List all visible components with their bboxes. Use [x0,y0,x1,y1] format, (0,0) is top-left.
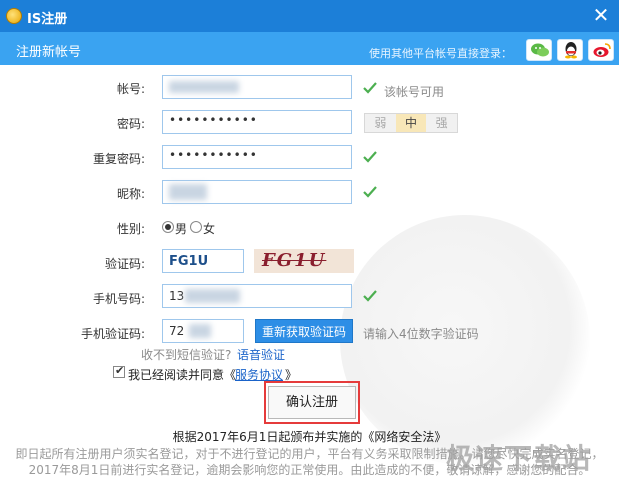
app-logo-icon [6,8,22,24]
captcha-image-text: FG1U [262,250,327,271]
weibo-login-button[interactable] [588,39,614,61]
gender-female-label: 女 [203,222,216,236]
phone-value: 13 [169,289,185,303]
watermark-text: 极速下载站 [446,442,592,475]
strength-medium: 中 [395,114,427,132]
register-title: 注册新帐号 [16,45,82,60]
account-label: 帐号: [116,82,145,96]
wechat-icon [531,43,549,57]
account-valid-check-icon [363,82,377,94]
password-label: 密码: [116,117,145,131]
redacted-phone [185,289,240,303]
voice-verify-hint: 收不到短信验证? [141,348,232,362]
redacted-sms-code [189,324,211,338]
phone-valid-check-icon [363,290,377,302]
social-login-hint: 使用其他平台帐号直接登录： [369,47,512,60]
wechat-login-button[interactable] [526,39,552,61]
account-status-text: 该帐号可用 [384,85,445,99]
agree-checkbox[interactable] [113,364,125,378]
sms-code-hint: 请输入4位数字验证码 [363,327,479,341]
gender-female-radio[interactable] [190,221,202,233]
phone-label: 手机号码: [92,292,145,306]
voice-verify-link[interactable]: 语音验证 [237,346,285,363]
close-button[interactable]: ✕ [591,3,611,27]
phone-input[interactable]: 13 [162,284,352,308]
strength-weak: 弱 [365,114,396,132]
window-title: IS注册 [27,12,68,27]
qq-login-button[interactable] [557,39,583,61]
redacted-nickname [169,184,207,200]
captcha-label: 验证码: [104,257,145,271]
nickname-valid-check-icon [363,186,377,198]
sms-code-input[interactable]: 72 [162,319,244,343]
confirm-register-button[interactable]: 确认注册 [268,386,356,419]
agree-text: 我已经阅读并同意《 [128,368,237,382]
strength-strong: 强 [426,114,458,132]
account-input[interactable] [162,75,352,99]
sms-code-label: 手机验证码: [80,327,145,341]
gender-male-radio[interactable] [162,221,174,233]
password-strength-meter: 弱 中 强 [364,113,458,133]
resend-code-button[interactable]: 重新获取验证码 [255,319,353,343]
redacted-account [169,81,239,93]
gender-male-label: 男 [175,222,188,236]
password-input[interactable]: ••••••••••• [162,110,352,134]
captcha-input[interactable]: FG1U [162,249,244,273]
qq-icon [565,42,577,59]
nickname-input[interactable] [162,180,352,204]
gender-label: 性别: [116,222,145,236]
repeat-password-input[interactable]: ••••••••••• [162,145,352,169]
weibo-icon [593,43,611,57]
repeat-valid-check-icon [363,151,377,163]
repeat-password-label: 重复密码: [92,152,145,166]
title-bar: IS注册 ✕ [0,0,619,32]
captcha-image[interactable]: FG1U [254,249,354,273]
nickname-label: 昵称: [116,187,145,201]
sms-code-value: 72 [169,324,185,338]
